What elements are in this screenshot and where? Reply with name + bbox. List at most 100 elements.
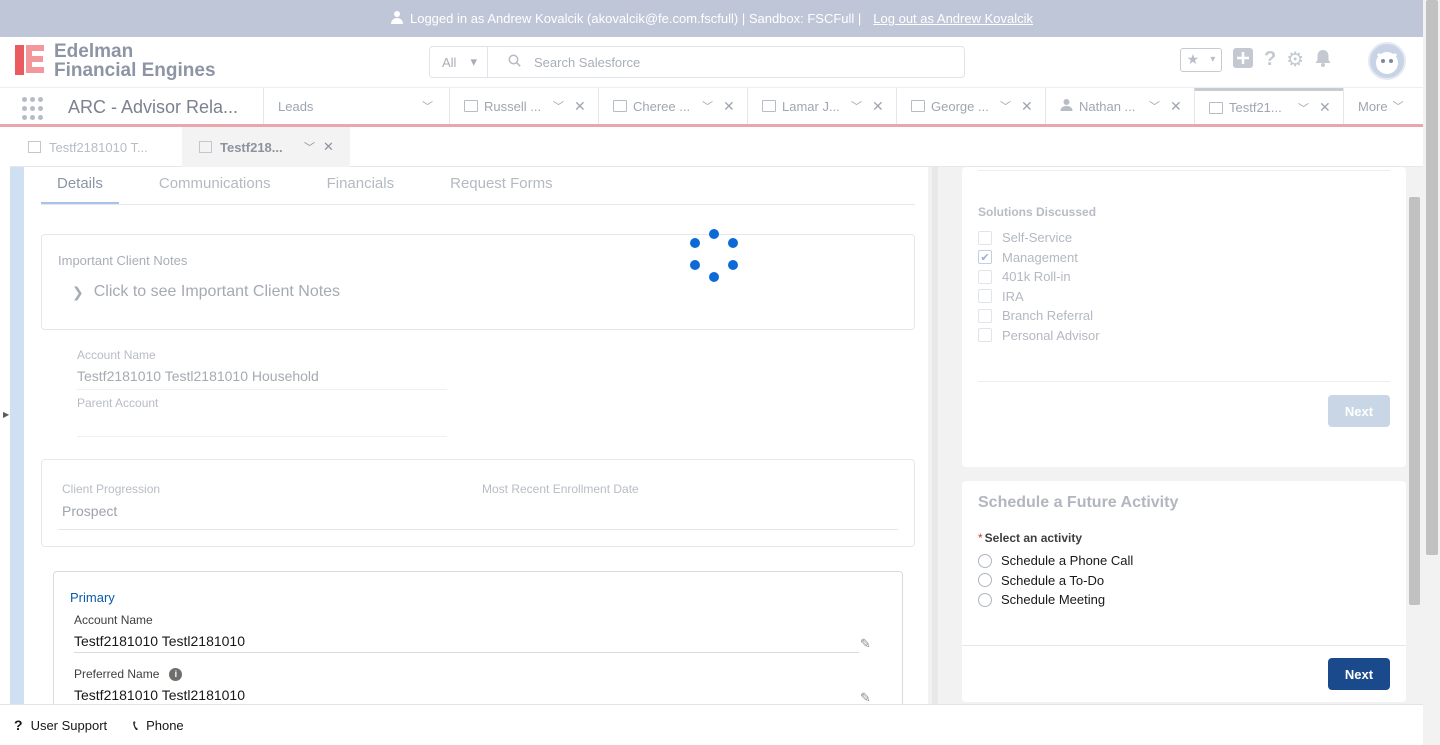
important-notes-link: Click to see Important Client Notes — [93, 283, 341, 300]
radio-button[interactable] — [978, 592, 992, 607]
search-scope-select[interactable]: All ▾ — [430, 47, 488, 77]
phone-item[interactable]: 📞︎ Phone — [133, 717, 184, 734]
info-icon[interactable]: i — [169, 667, 183, 681]
checkbox[interactable] — [978, 269, 992, 284]
radio-phone-call[interactable]: Schedule a Phone Call — [978, 551, 1133, 571]
divider — [962, 645, 1406, 646]
primary-section-title[interactable]: Primary — [70, 590, 115, 605]
radio-to-do[interactable]: Schedule a To-Do — [978, 571, 1133, 591]
panel-divider[interactable] — [932, 167, 938, 704]
tab-leads[interactable]: Leads ﹀ — [263, 88, 449, 124]
important-notes-toggle[interactable]: ❯ Click to see Important Client Notes — [72, 283, 340, 301]
tab-george[interactable]: George ... ﹀ ✕ — [896, 88, 1045, 124]
more-tabs-menu[interactable]: More ﹀ — [1343, 88, 1423, 124]
radio-label: Schedule Meeting — [1001, 592, 1106, 608]
tab-cheree[interactable]: Cheree ... ﹀ ✕ — [598, 88, 747, 124]
chevron-down-icon[interactable]: ﹀ — [702, 98, 713, 114]
checkbox[interactable] — [978, 308, 992, 323]
checkbox-management[interactable]: ✔ Management — [978, 248, 1100, 268]
detail-tabset: Details Communications Financials Reques… — [41, 167, 915, 205]
tab-details[interactable]: Details — [41, 167, 119, 204]
tab-request-forms[interactable]: Request Forms — [450, 167, 553, 204]
solutions-next-button[interactable]: Next — [1328, 395, 1390, 427]
checkbox[interactable] — [978, 289, 992, 304]
tab-nathan[interactable]: Nathan ... ﹀ ✕ — [1045, 88, 1194, 124]
chevron-down-icon[interactable]: ﹀ — [553, 98, 564, 114]
global-search[interactable]: All ▾ Search Salesforce — [429, 46, 965, 78]
radio-label: Schedule a Phone Call — [1001, 553, 1134, 569]
close-icon[interactable]: ✕ — [872, 98, 884, 115]
primary-account-name-label: Account Name — [74, 613, 153, 627]
checkbox-ira[interactable]: IRA — [978, 287, 1100, 307]
app-name: ARC - Advisor Rela... — [68, 97, 239, 117]
primary-account-name-value: Testf2181010 Testl2181010 — [74, 633, 859, 653]
chevron-down-icon[interactable]: ﹀ — [1298, 100, 1309, 116]
important-notes-card: Important Client Notes ❯ Click to see Im… — [41, 234, 915, 330]
client-progression-label: Client Progression — [62, 482, 161, 496]
radio-meeting[interactable]: Schedule Meeting — [978, 590, 1133, 610]
chevron-down-icon: ▾ — [470, 54, 477, 69]
more-label: More — [1358, 98, 1388, 114]
tab-communications[interactable]: Communications — [159, 167, 271, 204]
panel-scrollbar-thumb[interactable] — [1409, 197, 1420, 605]
avatar[interactable] — [1368, 42, 1406, 80]
checkbox-personal-advisor[interactable]: Personal Advisor — [978, 326, 1100, 346]
checkbox-branch-referral[interactable]: Branch Referral — [978, 306, 1100, 326]
app-launcher-icon[interactable] — [22, 97, 46, 121]
checkbox[interactable] — [978, 230, 992, 245]
collapse-arrow-icon[interactable]: ▶ — [3, 410, 9, 419]
tab-russell[interactable]: Russell ... ﹀ ✕ — [449, 88, 598, 124]
phone-icon: 📞︎ — [133, 716, 139, 733]
checkmark-icon[interactable]: ✔ — [978, 250, 992, 265]
page-scrollbar-thumb[interactable] — [1426, 0, 1438, 555]
subtab-household[interactable]: Testf2181010 T... — [10, 127, 182, 167]
gear-icon[interactable]: ⚙ — [1286, 47, 1304, 72]
tab-financials[interactable]: Financials — [327, 167, 395, 204]
building-icon — [28, 141, 41, 153]
checkbox[interactable] — [978, 328, 992, 343]
chevron-down-icon[interactable]: ﹀ — [851, 98, 862, 114]
solutions-card: Solutions Discussed Self-Service ✔ Manage… — [962, 167, 1406, 467]
chevron-down-icon: ﹀ — [1392, 101, 1404, 113]
pencil-icon[interactable]: ✎ — [860, 690, 871, 704]
bell-icon[interactable] — [1314, 49, 1332, 70]
right-sidebar: Solutions Discussed Self-Service ✔ Manage… — [942, 167, 1423, 704]
schedule-activity-card: Schedule a Future Activity * Select an a… — [962, 481, 1406, 702]
chevron-down-icon[interactable]: ﹀ — [422, 98, 433, 114]
help-icon[interactable]: ? — [1264, 48, 1276, 71]
close-icon[interactable]: ✕ — [323, 139, 334, 155]
required-marker: * — [978, 531, 983, 545]
radio-button[interactable] — [978, 553, 992, 568]
tab-lamar[interactable]: Lamar J... ﹀ ✕ — [747, 88, 896, 124]
chevron-down-icon[interactable]: ﹀ — [1000, 98, 1011, 114]
chevron-down-icon[interactable]: ﹀ — [304, 139, 315, 155]
user-support-item[interactable]: ? User Support — [14, 717, 107, 733]
utility-bar: ? User Support 📞︎ Phone — [0, 704, 1423, 745]
subtab-account[interactable]: Testf218... ﹀ ✕ — [182, 127, 350, 167]
tab-testf[interactable]: Testf21... ﹀ ✕ — [1194, 88, 1343, 124]
close-icon[interactable]: ✕ — [1021, 98, 1033, 115]
radio-button[interactable] — [978, 573, 992, 588]
subtab-label: Testf2181010 T... — [49, 139, 148, 155]
record-page-content: Details Communications Financials Reques… — [10, 167, 1423, 704]
checkbox-label: Branch Referral — [1002, 308, 1094, 324]
logo-line1: Edelman — [54, 41, 134, 62]
activity-radio-group: Schedule a Phone Call Schedule a To-Do S… — [978, 551, 1133, 610]
chevron-down-icon[interactable]: ﹀ — [1149, 98, 1160, 114]
add-icon[interactable] — [1232, 47, 1254, 72]
close-icon[interactable]: ✕ — [574, 98, 586, 115]
account-name-label: Account Name — [77, 348, 156, 362]
schedule-next-button[interactable]: Next — [1328, 658, 1390, 690]
search-input[interactable]: Search Salesforce — [534, 55, 640, 70]
radio-label: Schedule a To-Do — [1001, 572, 1105, 588]
logout-link[interactable]: Log out as Andrew Kovalcik — [873, 11, 1033, 26]
close-icon[interactable]: ✕ — [723, 98, 735, 115]
favorites-button[interactable]: ★ ▾ — [1180, 47, 1222, 72]
pencil-icon[interactable]: ✎ — [860, 636, 871, 652]
close-icon[interactable]: ✕ — [1170, 98, 1182, 115]
checkbox-401k-roll-in[interactable]: 401k Roll-in — [978, 267, 1100, 287]
activity-prompt-label: Select an activity — [984, 531, 1083, 545]
checkbox-self-service[interactable]: Self-Service — [978, 228, 1100, 248]
tab-label: Russell ... — [484, 98, 542, 114]
close-icon[interactable]: ✕ — [1319, 99, 1331, 116]
